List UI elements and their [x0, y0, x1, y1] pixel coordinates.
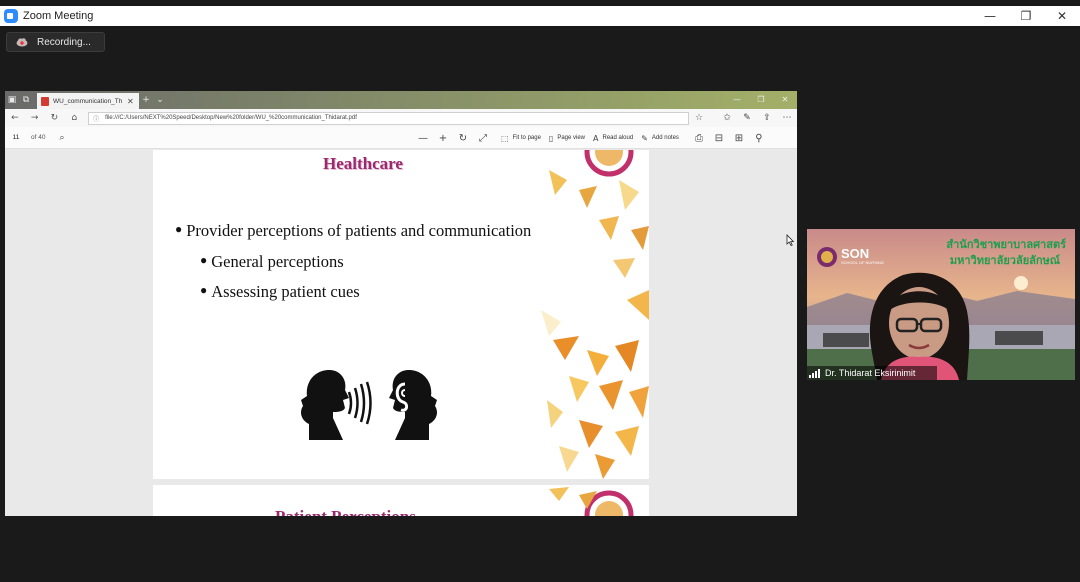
pin-icon[interactable]: ⚲ [749, 133, 769, 144]
search-icon[interactable]: ⌕ [59, 133, 64, 143]
refresh-icon[interactable]: ↻ [45, 113, 65, 123]
page-total: of 40 [31, 134, 46, 141]
pdf-tools: — + ↻ ⤢ ⬚ Fit to page ▯ Page view A Read… [413, 127, 769, 149]
address-input[interactable]: ⓘ file:///C:/Users/NEXT%20Speed/Desktop/… [88, 111, 690, 125]
rotate-icon[interactable]: ↻ [453, 133, 473, 144]
read-aloud-label: Read aloud [602, 135, 634, 141]
save-icon[interactable]: ⊟ [709, 133, 729, 144]
add-notes-icon: ✎ [641, 133, 648, 143]
window-title: Zoom Meeting [23, 10, 94, 22]
url-text: file:///C:/Users/NEXT%20Speed/Desktop/Ne… [105, 115, 357, 121]
decorative-mosaic [549, 487, 634, 516]
tab-close-icon[interactable]: ✕ [127, 97, 134, 106]
zoom-in-button[interactable]: + [433, 133, 453, 144]
back-icon[interactable]: ← [5, 113, 25, 123]
bullet-item: ● Provider perceptions of patients and co… [175, 221, 532, 240]
page-number-input[interactable]: 11 [7, 131, 25, 145]
pdf-toolbar: 11 of 40 ⌕ — + ↻ ⤢ ⬚ Fit to page ▯ Page … [5, 127, 797, 149]
add-notes-button[interactable]: ✎ Add notes [641, 134, 679, 143]
fullscreen-icon[interactable]: ⤢ [473, 133, 493, 144]
browser-restore-button[interactable]: ❐ [749, 91, 773, 109]
print-icon[interactable]: ⎙ [689, 133, 709, 144]
browser-close-button[interactable]: ✕ [773, 91, 797, 109]
cloud-record-icon [16, 38, 28, 47]
participant-name-bar: Dr. Thidarat Eksirinimit [807, 366, 937, 380]
new-tab-button[interactable]: + [139, 95, 153, 105]
page-view-icon: ▯ [548, 133, 554, 143]
favorite-star-icon[interactable]: ☆ [689, 113, 709, 123]
pdf-file-icon [41, 96, 49, 106]
browser-minimize-button[interactable]: — [725, 91, 749, 109]
browser-window-controls: — ❐ ✕ [725, 91, 797, 109]
share-icon[interactable]: ⇪ [757, 113, 777, 123]
zoom-logo-icon [4, 9, 18, 23]
save-as-icon[interactable]: ⊞ [729, 133, 749, 144]
zoom-titlebar: Zoom Meeting — ❐ ✕ [0, 6, 1080, 26]
slide-title: Healthcare [323, 154, 403, 173]
home-icon[interactable]: ⌂ [64, 113, 84, 123]
decorative-mosaic [541, 150, 649, 479]
mouse-cursor-icon [786, 234, 794, 246]
more-icon[interactable]: ⋯ [777, 113, 797, 123]
window-controls: — ❐ ✕ [972, 6, 1080, 26]
tab-list-button[interactable]: ⌄ [153, 95, 167, 105]
address-bar-row: ← → ↻ ⌂ ⓘ file:///C:/Users/NEXT%20Speed/… [5, 109, 797, 127]
forward-icon[interactable]: → [25, 113, 45, 123]
restore-button[interactable]: ❐ [1008, 6, 1044, 26]
browser-actions: ✩ ✎ ⇪ ⋯ [717, 113, 797, 123]
tab-actions-icon[interactable]: ▣ [5, 95, 19, 105]
read-aloud-icon: A [593, 133, 599, 143]
bullet-item: ● General perceptions [200, 252, 344, 271]
minimize-button[interactable]: — [972, 6, 1008, 26]
recording-label: Recording... [37, 36, 91, 48]
favorites-icon[interactable]: ✩ [717, 113, 737, 123]
bullet-item: ● Assessing patient cues [200, 282, 360, 301]
shared-screen: ▣ ⧉ WU_communication_Th ✕ + ⌄ — ❐ ✕ ← → … [5, 91, 797, 516]
connection-signal-icon [809, 368, 821, 378]
fit-to-page-button[interactable]: ⬚ Fit to page [501, 134, 541, 143]
son-logo-text: SON [841, 246, 870, 261]
fit-page-icon: ⬚ [501, 133, 509, 143]
son-logo-subtitle: SCHOOL OF NURSING [841, 260, 884, 265]
tab-title: WU_communication_Th [53, 97, 123, 105]
browser-tab-bar: ▣ ⧉ WU_communication_Th ✕ + ⌄ — ❐ ✕ [5, 91, 797, 109]
participant-name: Dr. Thidarat Eksirinimit [825, 368, 916, 378]
close-button[interactable]: ✕ [1044, 6, 1080, 26]
participant-video-tile[interactable]: SON SCHOOL OF NURSING สำนักวิชาพยาบาลศาส… [807, 229, 1075, 380]
pen-icon[interactable]: ✎ [737, 113, 757, 123]
pdf-slide: Healthcare ● Provider perceptions of pati… [153, 150, 649, 479]
read-aloud-button[interactable]: A Read aloud [593, 134, 633, 143]
hearing-communication-icon [301, 370, 437, 440]
banner-line-2: มหาวิทยาลัยวลัยลักษณ์ [949, 254, 1060, 267]
next-slide-title: Patient Perceptions [275, 507, 416, 516]
zoom-out-button[interactable]: — [413, 133, 433, 144]
pdf-slide-next: Patient Perceptions [153, 485, 649, 516]
set-aside-tabs-icon[interactable]: ⧉ [19, 95, 33, 105]
page-view-button[interactable]: ▯ Page view [549, 134, 585, 143]
browser-tab[interactable]: WU_communication_Th ✕ [37, 93, 139, 109]
fit-to-page-label: Fit to page [512, 135, 541, 141]
add-notes-label: Add notes [651, 135, 679, 141]
page-view-label: Page view [557, 135, 586, 141]
recording-indicator[interactable]: Recording... [6, 32, 105, 52]
info-icon[interactable]: ⓘ [93, 114, 99, 123]
